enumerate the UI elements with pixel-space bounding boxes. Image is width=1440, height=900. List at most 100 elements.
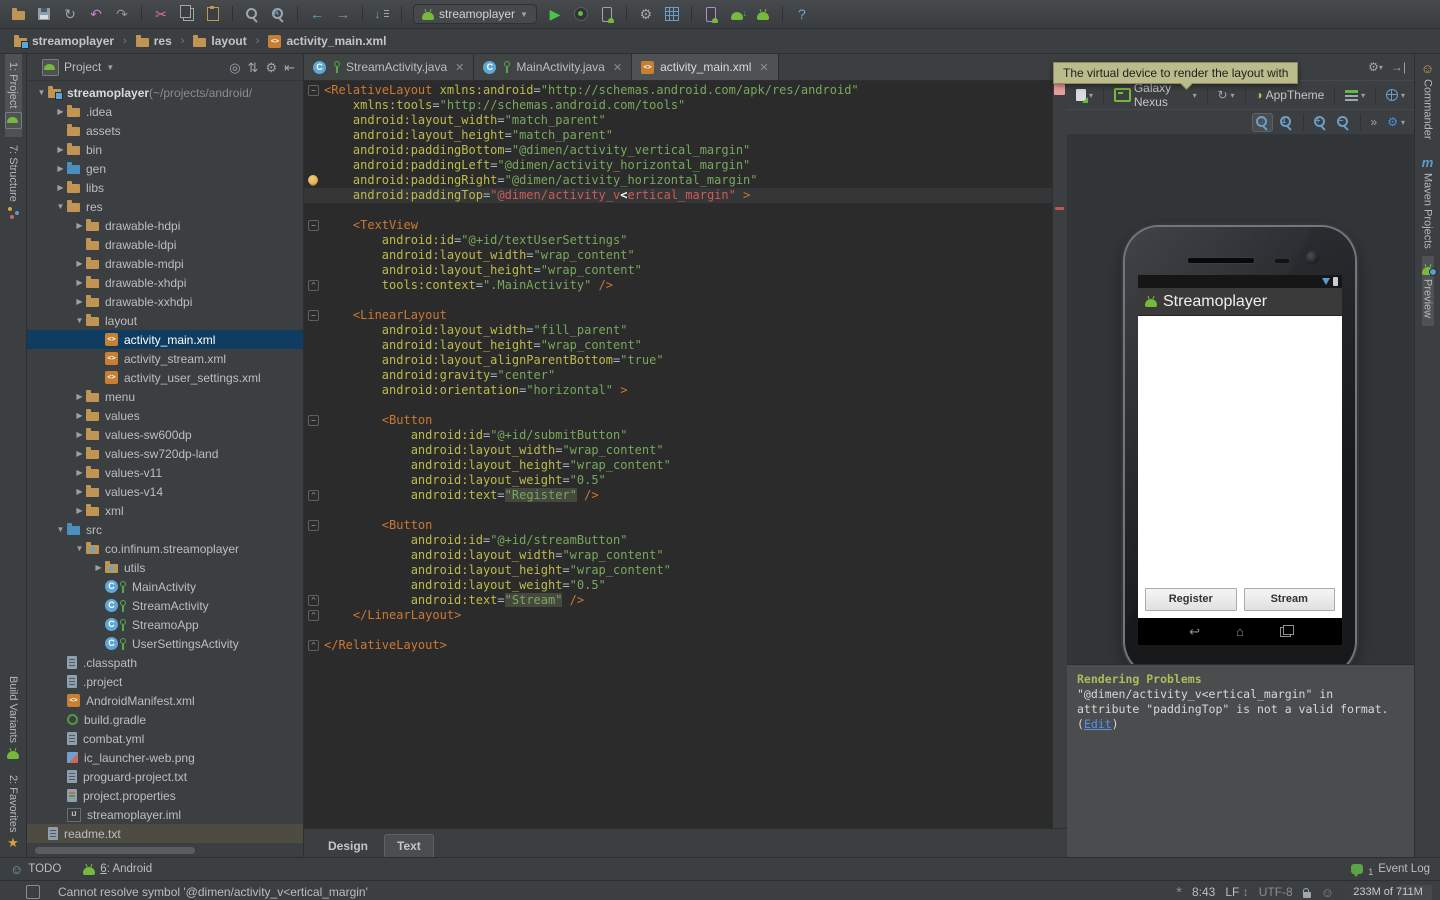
fold-end-marker[interactable]: ^ xyxy=(308,640,319,651)
update-project-icon[interactable] xyxy=(370,3,394,25)
fold-marker[interactable]: − xyxy=(308,85,319,96)
fold-marker[interactable]: − xyxy=(308,415,319,426)
edit-link[interactable]: Edit xyxy=(1084,717,1112,731)
tree-item-values-sw600dp[interactable]: ▶values-sw600dp xyxy=(27,425,303,444)
tree-item-drawable-xxhdpi[interactable]: ▶drawable-xxhdpi xyxy=(27,292,303,311)
code-line[interactable]: android:paddingLeft="@dimen/activity_hor… xyxy=(304,158,1053,173)
paste-icon[interactable] xyxy=(201,3,225,25)
code-line[interactable]: ^ android:text="Stream" /> xyxy=(304,593,1053,608)
hide-panel-icon[interactable]: ⇤ xyxy=(284,60,295,75)
sdk-manager-wrench-icon[interactable]: ⚙ xyxy=(634,3,658,25)
tool-tab-project[interactable]: 1: Project xyxy=(5,54,22,137)
configuration-button[interactable]: ▾ xyxy=(1073,87,1096,103)
save-all-icon[interactable] xyxy=(32,3,56,25)
code-line[interactable]: android:id="@+id/submitButton" xyxy=(304,428,1053,443)
editor-tab-mainactivity-java[interactable]: CMainActivity.java✕ xyxy=(474,54,632,80)
code-line[interactable]: xmlns:tools="http://schemas.android.com/… xyxy=(304,98,1053,113)
sdk-download-icon[interactable] xyxy=(725,3,749,25)
sync-icon[interactable]: ↻ xyxy=(58,3,82,25)
preview-canvas[interactable]: Streamoplayer RegisterStream ↩ ⌂ xyxy=(1067,135,1414,664)
tree-item-gen[interactable]: ▶gen xyxy=(27,159,303,178)
redo-icon[interactable]: ↷ xyxy=(110,3,134,25)
editor-mode-tab-design[interactable]: Design xyxy=(316,835,380,857)
code-line[interactable] xyxy=(304,503,1053,518)
help-icon[interactable]: ? xyxy=(790,3,814,25)
code-line[interactable]: android:paddingBottom="@dimen/activity_v… xyxy=(304,143,1053,158)
tree-item-drawable-ldpi[interactable]: drawable-ldpi xyxy=(27,235,303,254)
theme-button[interactable]: ◑ AppTheme xyxy=(1252,86,1327,104)
code-line[interactable]: − <LinearLayout xyxy=(304,308,1053,323)
code-line[interactable]: − <Button xyxy=(304,518,1053,533)
fold-end-marker[interactable]: ^ xyxy=(308,490,319,501)
code-line[interactable]: android:layout_height="match_parent" xyxy=(304,128,1053,143)
editor-tab-activity-main-xml[interactable]: <>activity_main.xml✕ xyxy=(632,54,779,80)
tree-item-activity-stream-xml[interactable]: <>activity_stream.xml xyxy=(27,349,303,368)
code-line[interactable]: android:layout_width="wrap_content" xyxy=(304,548,1053,563)
orientation-button[interactable]: ↻▾ xyxy=(1214,87,1237,103)
lock-icon[interactable] xyxy=(1303,892,1311,898)
code-line[interactable]: android:layout_height="wrap_content" xyxy=(304,458,1053,473)
fold-end-marker[interactable]: ^ xyxy=(308,610,319,621)
tree-item-values[interactable]: ▶values xyxy=(27,406,303,425)
breadcrumb-item[interactable]: layout xyxy=(189,33,250,49)
tree-item-utils[interactable]: ▶utils xyxy=(27,558,303,577)
tree-horizontal-scrollbar[interactable] xyxy=(35,847,195,854)
editor-mode-tab-text[interactable]: Text xyxy=(384,834,434,857)
caret-position[interactable]: 8:43 xyxy=(1192,885,1215,899)
tree-item-activity-main-xml[interactable]: <>activity_main.xml xyxy=(27,330,303,349)
fold-marker[interactable]: − xyxy=(308,220,319,231)
tree-item-streamoapp[interactable]: CStreamoApp xyxy=(27,615,303,634)
highlighting-level-icon[interactable]: ☺ xyxy=(1321,886,1334,899)
tree-item-values-v14[interactable]: ▶values-v14 xyxy=(27,482,303,501)
run-configuration-selector[interactable]: streamoplayer▼ xyxy=(413,4,537,24)
code-line[interactable]: android:layout_alignParentBottom="true" xyxy=(304,353,1053,368)
panel-settings-gear-icon[interactable]: ⚙ xyxy=(265,60,277,75)
tree-item-activity-user-settings-xml[interactable]: <>activity_user_settings.xml xyxy=(27,368,303,387)
tree-item-libs[interactable]: ▶libs xyxy=(27,178,303,197)
cut-icon[interactable]: ✂ xyxy=(149,3,173,25)
tree-item-values-sw720dp-land[interactable]: ▶values-sw720dp-land xyxy=(27,444,303,463)
tree-item-streamoplayer[interactable]: ▼streamoplayer (~/projects/android/ xyxy=(27,83,303,102)
code-line[interactable]: android:layout_width="fill_parent" xyxy=(304,323,1053,338)
breadcrumb-item[interactable]: res xyxy=(132,33,176,49)
intention-bulb-icon[interactable] xyxy=(308,175,318,185)
close-tab-icon[interactable]: ✕ xyxy=(455,61,464,74)
android-tool-tab[interactable]: 6: Android xyxy=(83,863,152,875)
run-icon[interactable]: ▶ xyxy=(543,3,567,25)
line-ending-selector[interactable]: LF ↕ xyxy=(1225,885,1248,899)
attach-debugger-icon[interactable] xyxy=(595,3,619,25)
tree-item-build-gradle[interactable]: build.gradle xyxy=(27,710,303,729)
copy-icon[interactable] xyxy=(175,3,199,25)
tree-item-co-infinum-streamoplayer[interactable]: ▼co.infinum.streamoplayer xyxy=(27,539,303,558)
find-icon[interactable] xyxy=(240,3,264,25)
locale-button[interactable]: ▾ xyxy=(1383,87,1408,103)
code-line[interactable]: ^ </LinearLayout> xyxy=(304,608,1053,623)
tool-tab-structure[interactable]: 7: Structure xyxy=(7,137,20,227)
code-line[interactable]: android:paddingTop="@dimen/activity_v<er… xyxy=(304,188,1053,203)
tool-tab-preview[interactable]: Preview xyxy=(1422,256,1434,326)
code-line[interactable]: android:id="@+id/streamButton" xyxy=(304,533,1053,548)
error-stripe-mark[interactable] xyxy=(1055,207,1064,210)
close-tab-icon[interactable]: ✕ xyxy=(759,61,768,74)
project-structure-icon[interactable] xyxy=(660,3,684,25)
close-tab-icon[interactable]: ✕ xyxy=(613,61,622,74)
tree-item-androidmanifest-xml[interactable]: <>AndroidManifest.xml xyxy=(27,691,303,710)
tool-tab-favorites[interactable]: 2: Favorites★ xyxy=(7,767,19,857)
code-line[interactable]: android:id="@+id/textUserSettings" xyxy=(304,233,1053,248)
tree-item-streamactivity[interactable]: CStreamActivity xyxy=(27,596,303,615)
collapse-all-icon[interactable]: ⇅ xyxy=(248,60,259,75)
tree-item-drawable-mdpi[interactable]: ▶drawable-mdpi xyxy=(27,254,303,273)
tree-item-mainactivity[interactable]: CMainActivity xyxy=(27,577,303,596)
code-line[interactable]: android:layout_width="wrap_content" xyxy=(304,443,1053,458)
forward-icon[interactable]: → xyxy=(331,3,355,25)
code-line[interactable]: android:layout_width="wrap_content" xyxy=(304,248,1053,263)
tree-item-bin[interactable]: ▶bin xyxy=(27,140,303,159)
fold-end-marker[interactable]: ^ xyxy=(308,595,319,606)
code-line[interactable]: ^</RelativeLayout> xyxy=(304,638,1053,653)
replace-icon[interactable]: A xyxy=(266,3,290,25)
more-actions-button[interactable]: » xyxy=(1368,113,1381,131)
code-line[interactable]: android:layout_height="wrap_content" xyxy=(304,338,1053,353)
code-line[interactable] xyxy=(304,203,1053,218)
tree-item-xml[interactable]: ▶xml xyxy=(27,501,303,520)
code-line[interactable]: ^ tools:context=".MainActivity" /> xyxy=(304,278,1053,293)
